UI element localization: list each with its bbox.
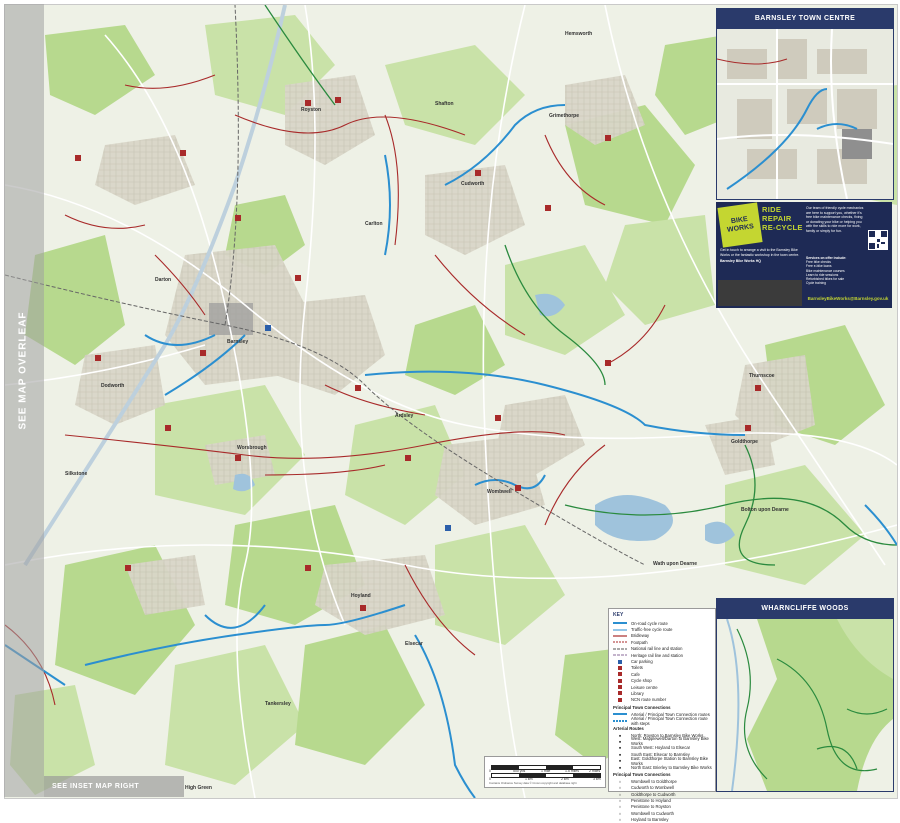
- scale-bar: 0 500 yds 1 mile 1.5 miles 2 miles 0 1 k…: [484, 756, 606, 788]
- label-wombwell: Wombwell: [487, 489, 512, 495]
- label-tankersley: Tankersley: [265, 701, 291, 707]
- label-dodworth: Dodworth: [101, 383, 124, 389]
- label-high-green: High Green: [185, 785, 212, 791]
- town-centre-inset[interactable]: BARNSLEY TOWN CENTRE: [716, 8, 894, 200]
- label-silkstone: Silkstone: [65, 471, 87, 477]
- wharncliffe-map[interactable]: [717, 618, 893, 791]
- label-shafton: Shafton: [435, 101, 454, 107]
- promo-headline: RIDE REPAIR RE-CYCLE: [762, 205, 803, 232]
- bike-works-promo[interactable]: BIKE WORKS RIDE REPAIR RE-CYCLE Get in t…: [716, 202, 892, 308]
- promo-url[interactable]: BarnsleyBikeWorks@Barnsley.gov.uk: [804, 296, 892, 301]
- promo-blurb: Our team of friendly cycle mechanics are…: [806, 206, 864, 233]
- label-goldthorpe: Goldthorpe: [731, 439, 758, 445]
- overlap-label: SEE MAP OVERLEAF: [17, 310, 29, 430]
- promo-services: Services on offer include: Free bike che…: [806, 256, 847, 286]
- promo-intro: Get in touch to arrange a visit to the B…: [720, 248, 800, 263]
- map-legend: KEY On-road cycle route Traffic-free cyc…: [608, 608, 716, 822]
- qr-code-icon[interactable]: [868, 230, 888, 250]
- label-bolton: Bolton upon Dearne: [741, 507, 789, 513]
- map-sheet: Barnsley Royston Carlton Cudworth Grimet…: [0, 0, 900, 822]
- bike-works-logo: BIKE WORKS: [717, 202, 763, 248]
- label-worsbrough: Worsbrough: [237, 445, 267, 451]
- legend-connections-title: Principal Town Connections: [613, 705, 671, 711]
- wharncliffe-inset[interactable]: WHARNCLIFFE WOODS: [716, 598, 894, 792]
- label-cudworth: Cudworth: [461, 181, 484, 187]
- label-carlton: Carlton: [365, 221, 383, 227]
- legend-item: ○ Hoyland to Barnsley: [618, 817, 669, 823]
- label-barnsley: Barnsley: [227, 339, 248, 345]
- town-centre-map[interactable]: [717, 28, 893, 199]
- label-hoyland: Hoyland: [351, 593, 371, 599]
- label-wath: Wath upon Dearne: [653, 561, 697, 567]
- copyright-text: Contains Ordnance Survey data © Crown co…: [489, 781, 577, 785]
- label-hemsworth: Hemsworth: [565, 31, 592, 37]
- label-royston: Royston: [301, 107, 321, 113]
- label-elsecar: Elsecar: [405, 641, 423, 647]
- inset-pointer-label: SEE INSET MAP RIGHT: [44, 776, 184, 797]
- label-ardsley: Ardsley: [395, 413, 414, 419]
- legend-title: KEY: [613, 612, 624, 618]
- town-centre-title: BARNSLEY TOWN CENTRE: [717, 9, 893, 29]
- wharncliffe-title: WHARNCLIFFE WOODS: [717, 599, 893, 619]
- label-thurnscoe: Thurnscoe: [749, 373, 775, 379]
- label-grimethorpe: Grimethorpe: [549, 113, 579, 119]
- scale-bar-km: [491, 773, 601, 778]
- label-darton: Darton: [155, 277, 171, 283]
- promo-photo: [718, 280, 802, 306]
- legend-town-title: Principal Town Connections: [613, 772, 671, 778]
